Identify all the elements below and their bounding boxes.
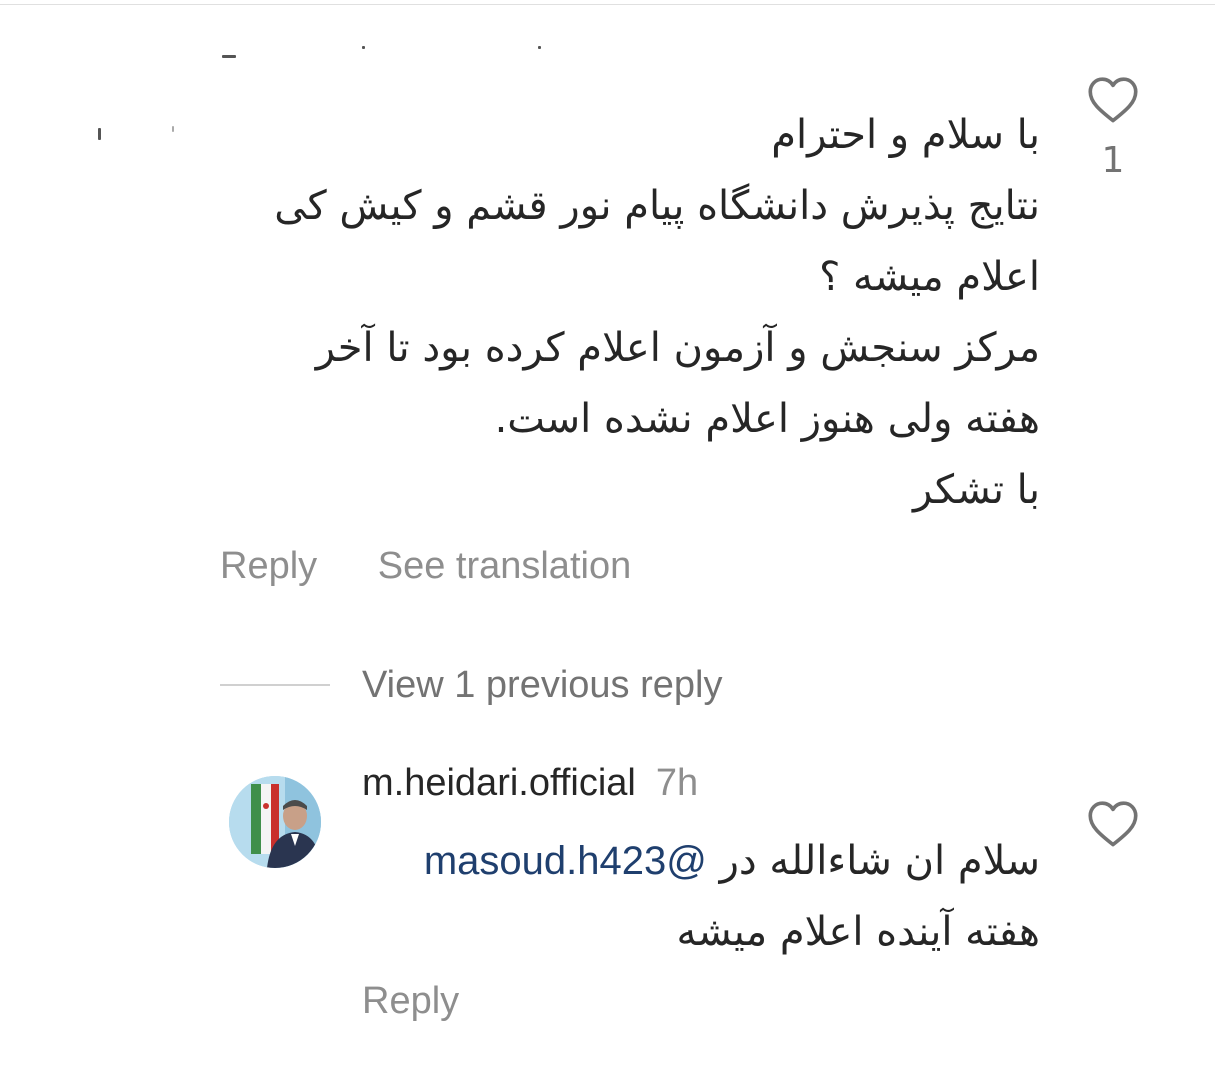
reply-header: m.heidari.official 7h [362, 762, 698, 805]
comment-text: با سلام و احترام نتایج پذیرش دانشگاه پیا… [180, 100, 1040, 526]
see-translation-button[interactable]: See translation [378, 545, 632, 587]
comment-line: مرکز سنجش و آزمون اعلام کرده بود تا آخر [315, 325, 1040, 371]
mention-link[interactable]: @masoud.h423 [424, 839, 707, 883]
reply-text: سلام ان شاءالله در @masoud.h423 هفته آین… [360, 826, 1040, 968]
comment-line: با سلام و احترام [771, 112, 1040, 158]
reply-line-text: سلام ان شاءالله در [719, 838, 1040, 884]
avatar[interactable] [229, 776, 321, 868]
comment-line: با تشکر [912, 467, 1040, 513]
comment-line: نتایج پذیرش دانشگاه پیام نور قشم و کیش ک… [274, 183, 1040, 229]
comment-line: هفته ولی هنوز اعلام نشده است. [494, 396, 1040, 442]
replies-divider [220, 684, 330, 686]
like-count: 1 [1101, 140, 1125, 181]
view-replies-label[interactable]: View 1 previous reply [362, 664, 722, 707]
reply-line: سلام ان شاءالله در @masoud.h423 [360, 826, 1040, 897]
heart-icon[interactable] [1085, 798, 1141, 848]
reply-line: هفته آینده اعلام میشه [676, 909, 1041, 955]
comment-line: اعلام میشه ؟ [819, 254, 1040, 300]
comment-actions: Reply See translation [220, 545, 681, 588]
reply-button[interactable]: Reply [220, 545, 317, 587]
reply-button[interactable]: Reply [362, 980, 459, 1023]
heart-icon[interactable] [1085, 74, 1141, 124]
view-previous-replies[interactable]: View 1 previous reply [220, 660, 722, 710]
reply-username[interactable]: m.heidari.official [362, 762, 636, 804]
reply-timestamp: 7h [655, 762, 699, 804]
